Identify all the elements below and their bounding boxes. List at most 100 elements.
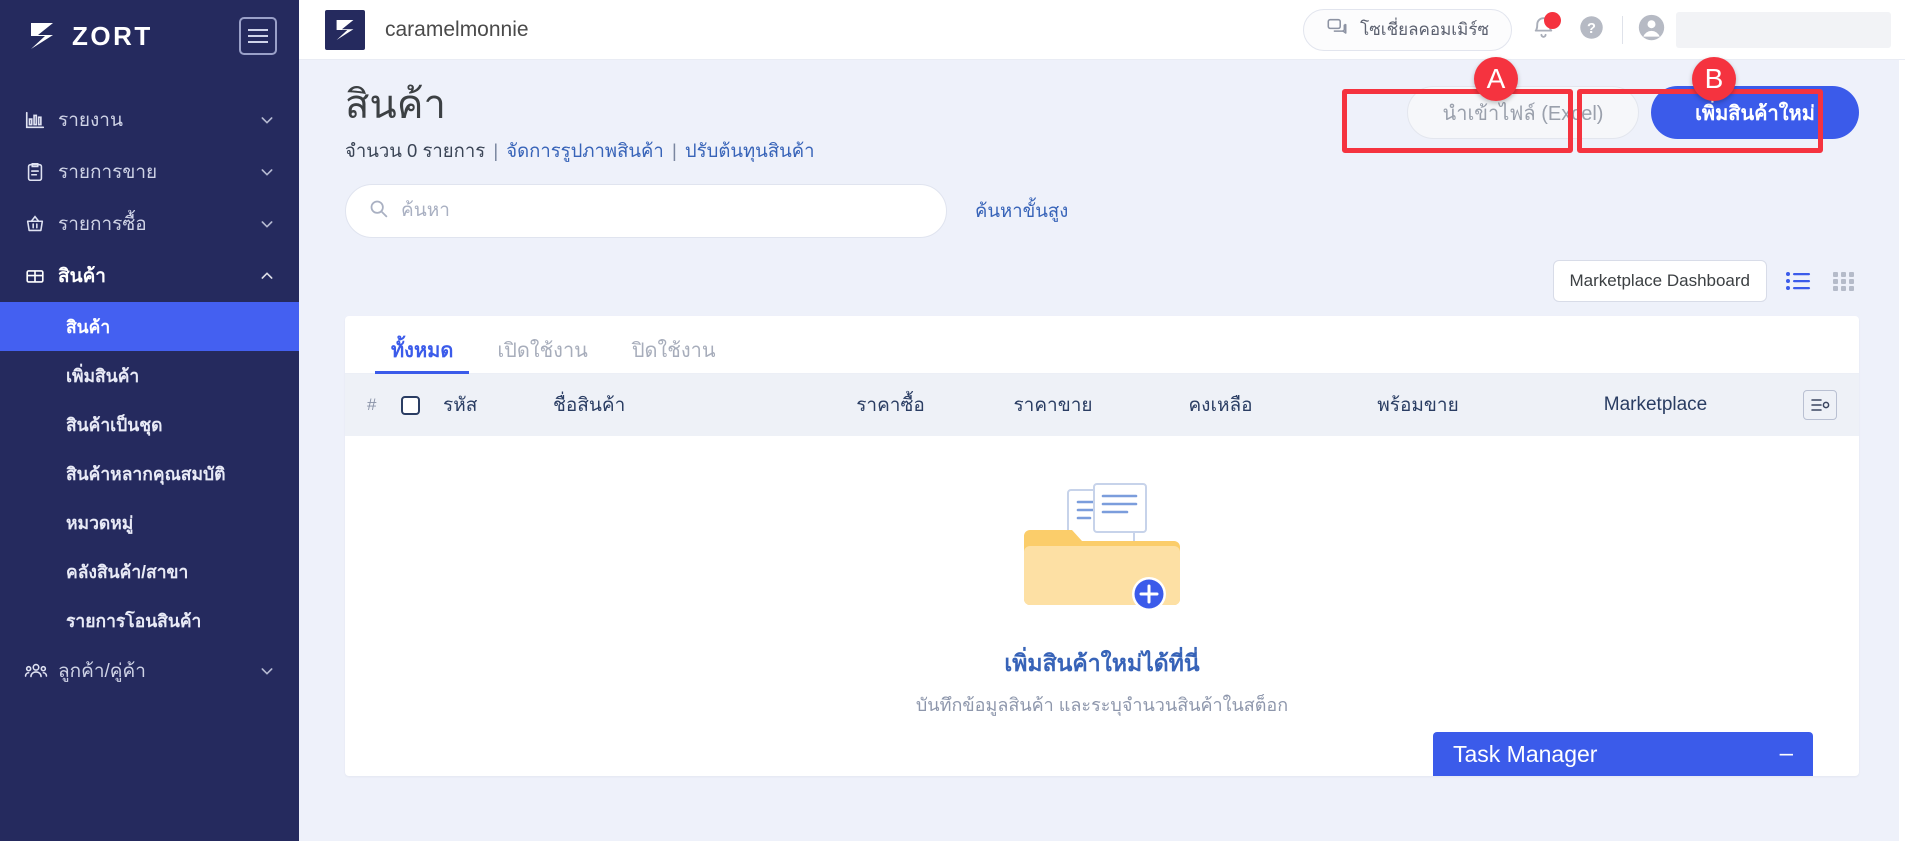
sidebar-item-purchases[interactable]: รายการซื้อ <box>0 198 299 250</box>
chat-bubbles-icon <box>1326 16 1348 43</box>
user-menu[interactable] <box>1637 11 1891 48</box>
empty-state-subtitle: บันทึกข้อมูลสินค้า และระบุจำนวนสินค้าในส… <box>915 695 1289 715</box>
tab-all[interactable]: ทั้งหมด <box>369 341 475 374</box>
task-manager-title: Task Manager <box>1453 740 1598 767</box>
page-header: สินค้า จำนวน 0 รายการ | จัดการรูปภาพสินค… <box>299 60 1905 166</box>
sidebar-subitem-label: สินค้าเป็นชุด <box>66 414 163 435</box>
sidebar-item-label: รายการขาย <box>58 162 158 183</box>
sidebar-item-products[interactable]: สินค้า <box>0 250 299 302</box>
shop-logo-icon <box>325 9 365 50</box>
column-header-stock[interactable]: คงเหลือ <box>1133 390 1308 420</box>
advanced-search-link[interactable]: ค้นหาขั้นสูง <box>975 197 1068 226</box>
user-name-field[interactable] <box>1676 11 1891 48</box>
empty-state-title: เพิ่มสินค้าใหม่ได้ที่นี่ <box>1004 650 1200 676</box>
select-all-checkbox[interactable] <box>401 395 443 415</box>
sidebar-subitem-variants[interactable]: สินค้าหลากคุณสมบัติ <box>0 449 299 498</box>
clipboard-list-icon <box>24 161 58 183</box>
add-product-button[interactable]: เพิ่มสินค้าใหม่ <box>1651 86 1859 139</box>
sidebar-subitem-bundle[interactable]: สินค้าเป็นชุด <box>0 400 299 449</box>
column-settings-icon <box>1803 390 1837 420</box>
social-commerce-button[interactable]: โซเชี่ยลคอมเมิร์ซ <box>1303 8 1512 51</box>
sidebar-subitem-products[interactable]: สินค้า <box>0 302 299 351</box>
header-divider <box>1622 15 1623 44</box>
marketplace-dashboard-button[interactable]: Marketplace Dashboard <box>1552 260 1767 302</box>
help-button[interactable]: ? <box>1574 13 1608 47</box>
sidebar-subitem-label: เพิ่มสินค้า <box>66 365 140 386</box>
top-header-actions: โซเชี่ยลคอมเมิร์ซ ? <box>1303 8 1891 51</box>
products-card: ทั้งหมด เปิดใช้งาน ปิดใช้งาน # รหัส ชื่อ… <box>345 316 1859 776</box>
notifications-button[interactable] <box>1526 11 1561 47</box>
annotation-label-b: B <box>1692 57 1736 101</box>
sidebar-item-customers[interactable]: ลูกค้า/คู่ค้า <box>0 645 299 697</box>
subtitle-separator: | <box>493 140 499 161</box>
sidebar-subitem-warehouses[interactable]: คลังสินค้า/สาขา <box>0 547 299 596</box>
product-count-label: จำนวน 0 รายการ <box>345 140 486 161</box>
grid-view-icon[interactable] <box>1829 266 1859 296</box>
adjust-cost-link[interactable]: ปรับต้นทุนสินค้า <box>685 140 815 161</box>
column-header-ready[interactable]: พร้อมขาย <box>1308 390 1528 420</box>
sidebar-item-reports[interactable]: รายงาน <box>0 94 299 146</box>
zort-logo-icon <box>22 16 62 56</box>
page-header-actions: นำเข้าไฟล์ (Excel) เพิ่มสินค้าใหม่ <box>1407 86 1859 139</box>
list-view-icon[interactable] <box>1783 266 1813 296</box>
sidebar-item-label: สินค้า <box>58 266 106 287</box>
sidebar-subitem-label: สินค้า <box>66 316 111 337</box>
subtitle-separator: | <box>671 140 677 161</box>
chevron-down-icon <box>259 164 275 180</box>
sidebar-subitem-label: สินค้าหลากคุณสมบัติ <box>66 463 226 484</box>
sidebar-item-sales[interactable]: รายการขาย <box>0 146 299 198</box>
sidebar-nav: รายงาน รายการขาย รายการซื้อ สินค้า สินค้… <box>0 94 299 697</box>
column-header-buy-price[interactable]: ราคาซื้อ <box>808 390 973 420</box>
chevron-down-icon <box>259 663 275 679</box>
column-header-sell-price[interactable]: ราคาขาย <box>973 390 1133 420</box>
sidebar-item-label: ลูกค้า/คู่ค้า <box>58 661 146 682</box>
users-icon <box>24 660 58 682</box>
sidebar-subitem-label: รายการโอนสินค้า <box>66 610 202 631</box>
top-header: caramelmonnie โซเชี่ยลคอมเมิร์ซ ? <box>299 0 1905 60</box>
svg-text:?: ? <box>1587 21 1596 37</box>
chevron-down-icon <box>259 112 275 128</box>
tab-disabled[interactable]: ปิดใช้งาน <box>610 341 738 373</box>
search-input[interactable] <box>401 200 924 222</box>
column-header-marketplace[interactable]: Marketplace <box>1528 394 1783 416</box>
social-commerce-label: โซเชี่ยลคอมเมิร์ซ <box>1360 20 1489 39</box>
folder-documents-plus-icon <box>1020 482 1185 632</box>
task-manager-panel[interactable]: Task Manager – <box>1433 732 1813 776</box>
table-header-row: # รหัส ชื่อสินค้า ราคาซื้อ ราคาขาย คงเหล… <box>345 374 1859 436</box>
product-tabs: ทั้งหมด เปิดใช้งาน ปิดใช้งาน <box>345 316 1859 374</box>
sidebar-item-label: รายการซื้อ <box>58 214 147 235</box>
column-settings-button[interactable] <box>1783 390 1837 420</box>
manage-images-link[interactable]: จัดการรูปภาพสินค้า <box>506 140 664 161</box>
search-box[interactable] <box>345 184 947 238</box>
sidebar-brand-label: ZORT <box>72 20 153 51</box>
page-scrollbar[interactable] <box>1899 60 1905 841</box>
task-manager-minimize-button[interactable]: – <box>1780 742 1793 766</box>
sidebar-subitem-add-product[interactable]: เพิ่มสินค้า <box>0 351 299 400</box>
sidebar-subitem-transfers[interactable]: รายการโอนสินค้า <box>0 596 299 645</box>
search-row: ค้นหาขั้นสูง <box>299 166 1905 238</box>
empty-state: เพิ่มสินค้าใหม่ได้ที่นี่ บันทึกข้อมูลสิน… <box>345 436 1859 719</box>
column-header-name[interactable]: ชื่อสินค้า <box>553 390 808 420</box>
search-icon <box>368 198 389 224</box>
sidebar-subitem-label: คลังสินค้า/สาขา <box>66 561 189 582</box>
user-circle-icon <box>1637 13 1666 47</box>
view-toolbar: Marketplace Dashboard <box>299 238 1905 302</box>
question-circle-icon: ? <box>1578 14 1605 46</box>
notification-badge <box>1544 11 1561 29</box>
sidebar-brand: ZORT <box>0 0 299 72</box>
hamburger-icon[interactable] <box>239 17 277 55</box>
tab-enabled[interactable]: เปิดใช้งาน <box>475 341 610 373</box>
sidebar-item-label: รายงาน <box>58 110 123 131</box>
shop-name-label: caramelmonnie <box>385 17 529 41</box>
annotation-label-a: A <box>1474 57 1518 101</box>
sidebar: ZORT รายงาน รายการขาย รายการซื้อ สินค้า … <box>0 0 299 841</box>
basket-icon <box>24 213 58 235</box>
column-header-number: # <box>367 395 377 414</box>
chevron-down-icon <box>259 216 275 232</box>
app-root: ZORT รายงาน รายการขาย รายการซื้อ สินค้า … <box>0 0 1905 841</box>
sidebar-subitem-label: หมวดหมู่ <box>66 512 134 533</box>
column-header-code[interactable]: รหัส <box>443 390 553 420</box>
sidebar-subitem-categories[interactable]: หมวดหมู่ <box>0 498 299 547</box>
import-excel-button[interactable]: นำเข้าไฟล์ (Excel) <box>1407 86 1639 139</box>
box-icon <box>24 265 58 287</box>
